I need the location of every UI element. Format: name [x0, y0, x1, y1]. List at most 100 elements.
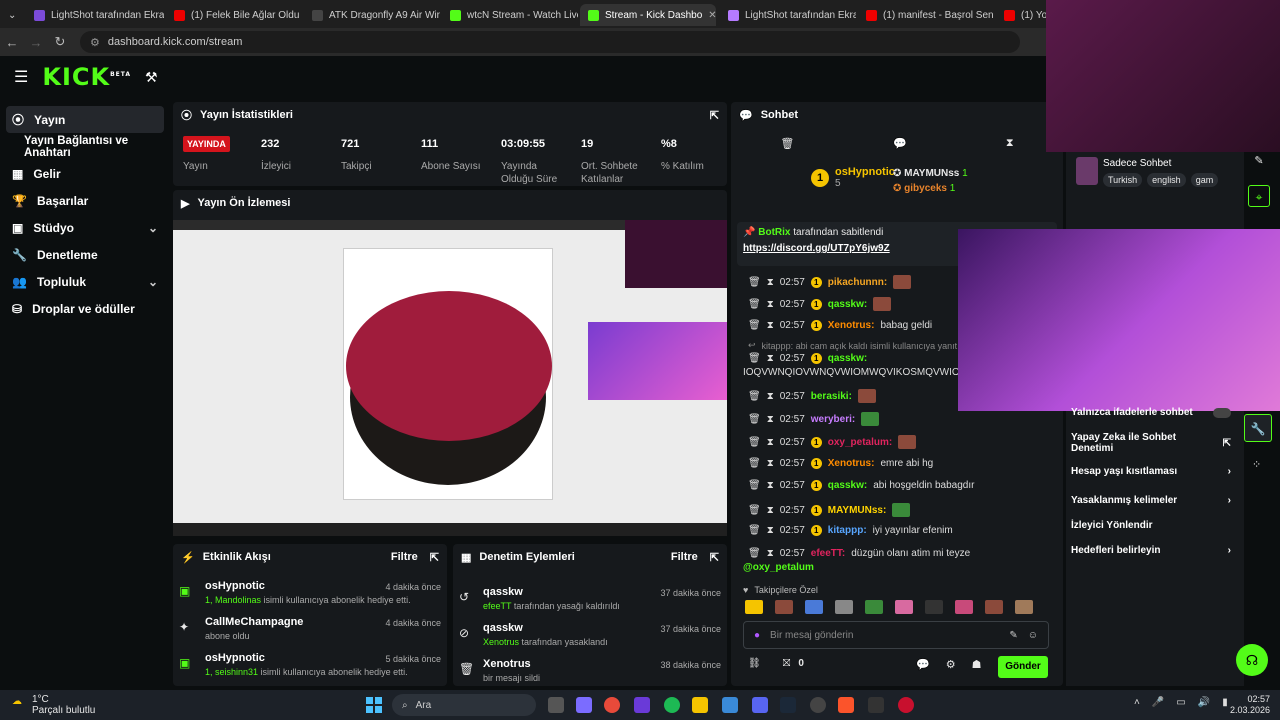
hourglass-icon[interactable]: ⧗ — [767, 353, 774, 364]
sidebar-item-studyo[interactable]: ▣ Stüdyo ⌄ — [0, 214, 170, 241]
message-user[interactable]: qasskw: — [828, 299, 867, 310]
browser-tab[interactable]: LightShot tarafından Ekra✕ — [720, 4, 856, 26]
back-icon[interactable]: ← — [0, 35, 24, 50]
emote-icon[interactable] — [955, 600, 973, 614]
trash-icon[interactable]: 🗑 — [748, 320, 761, 331]
battery-icon[interactable]: ▮ — [1222, 697, 1228, 708]
url-field[interactable]: ⚙ dashboard.kick.com/stream — [80, 31, 1020, 53]
browser-tab[interactable]: wtcN Stream - Watch Live✕ — [442, 4, 578, 26]
support-icon[interactable]: ☊ — [1236, 644, 1268, 676]
bot-icon[interactable]: ☗ — [972, 658, 982, 671]
hammer-icon[interactable]: ⚒ — [145, 69, 158, 86]
setting-banned-words[interactable]: Yasaklanmış kelimeler › — [1071, 495, 1231, 506]
emote-icon[interactable] — [1015, 600, 1033, 614]
toggle-switch[interactable] — [1213, 407, 1231, 418]
volume-icon[interactable]: 🔊 — [1198, 697, 1210, 708]
trash-icon[interactable]: 🗑 — [748, 414, 761, 425]
message-user[interactable]: efeeTT: — [811, 548, 845, 559]
site-info-icon[interactable]: ⚙ — [90, 36, 100, 49]
popout-icon[interactable]: ⇱ — [710, 551, 719, 564]
trash-icon[interactable]: 🗑 — [748, 548, 761, 559]
task-view-icon[interactable] — [548, 697, 564, 713]
message-user[interactable]: MAYMUNss: — [828, 505, 887, 516]
hourglass-icon[interactable]: ⧗ — [767, 414, 774, 425]
emote-icon[interactable] — [745, 600, 763, 614]
browser-tab[interactable]: (1) manifest - Başrol Sen✕ — [858, 4, 994, 26]
apps-icon[interactable]: ⁘ — [1252, 458, 1261, 471]
stream-preview-video[interactable] — [173, 220, 727, 536]
windows-start-icon[interactable] — [366, 697, 382, 713]
leader-name[interactable]: gibyceks — [904, 183, 947, 194]
hourglass-icon[interactable]: ⧗ — [767, 391, 774, 402]
hourglass-icon[interactable]: ⧗ — [767, 320, 774, 331]
pinned-by[interactable]: BotRix — [758, 227, 790, 238]
browser-tab-active[interactable]: Stream - Kick Dashbo ✕ — [580, 4, 716, 26]
reload-icon[interactable]: ↻ — [48, 34, 72, 50]
chat-bubble-icon[interactable]: 💬 — [893, 137, 907, 150]
message-user[interactable]: berasiki: — [811, 391, 852, 402]
mic-icon[interactable]: 🎤 — [1152, 697, 1164, 708]
emote-icon[interactable] — [895, 600, 913, 614]
browser-tab[interactable]: (1) YouT — [996, 4, 1046, 26]
activity-target[interactable]: 1, Mandolinas — [205, 595, 261, 605]
popout-icon[interactable]: ⇱ — [710, 109, 719, 122]
opera-icon[interactable] — [898, 697, 914, 713]
taskbar-search[interactable]: ⌕ Ara — [392, 694, 536, 716]
setting-ai-moderation[interactable]: Yapay Zeka ile Sohbet Denetimi ⇱ — [1071, 432, 1231, 454]
emote-icon[interactable] — [835, 600, 853, 614]
focus-icon[interactable]: ⌖ — [1248, 185, 1270, 207]
hourglass-icon[interactable]: ⧗ — [767, 299, 774, 310]
trash-icon[interactable]: 🗑 — [748, 391, 761, 402]
sidebar-item-gelir[interactable]: ▦ Gelir — [0, 160, 170, 187]
mod-actor[interactable]: efeeTT — [483, 601, 511, 611]
tab-list-button[interactable]: ⌄ — [0, 4, 24, 26]
translate-icon[interactable]: ✎ — [1009, 630, 1017, 641]
sidebar-item-basarilar[interactable]: 🏆 Başarılar — [0, 187, 170, 214]
kick-logo[interactable]: KICKBETA — [42, 63, 131, 91]
setting-raid[interactable]: İzleyici Yönlendir — [1071, 520, 1231, 531]
trash-icon[interactable]: 🗑 — [748, 353, 761, 364]
emote-icon[interactable] — [805, 600, 823, 614]
emote-icon[interactable] — [775, 600, 793, 614]
trash-icon[interactable]: 🗑 — [780, 137, 794, 150]
mod-actor[interactable]: Xenotrus — [483, 637, 519, 647]
close-icon[interactable]: ✕ — [708, 10, 716, 21]
chevron-up-icon[interactable]: ˄ — [1134, 697, 1140, 708]
gear-icon[interactable]: ⚙ — [946, 658, 956, 671]
terminal-icon[interactable] — [868, 697, 884, 713]
brave-icon[interactable] — [838, 697, 854, 713]
setting-account-age[interactable]: Hesap yaşı kısıtlaması › — [1071, 466, 1231, 477]
browser-tab[interactable]: LightShot tarafından Ekra✕ — [26, 4, 164, 26]
obs-icon[interactable] — [810, 697, 826, 713]
hourglass-icon[interactable]: ⧗ — [767, 480, 774, 491]
weather-widget[interactable]: ☁ 1°C Parçalı bulutlu — [12, 694, 95, 716]
clock[interactable]: 02:57 2.03.2026 — [1228, 694, 1270, 716]
sidebar-item-yayin[interactable]: ⦿ Yayın — [6, 106, 164, 133]
browser-tab[interactable]: (1) Felek Bile Ağlar Oldu✕ — [166, 4, 302, 26]
menu-icon[interactable]: ☰ — [14, 67, 28, 87]
twitch-icon[interactable] — [634, 697, 650, 713]
emote-icon[interactable] — [985, 600, 1003, 614]
emote-icon[interactable] — [865, 600, 883, 614]
trash-icon[interactable]: 🗑 — [748, 525, 761, 536]
hourglass-icon[interactable]: ⧗ — [767, 505, 774, 516]
emote-icon[interactable] — [925, 600, 943, 614]
setting-emote-only[interactable]: Yalnızca ifadelerle sohbet — [1071, 407, 1231, 418]
filter-button[interactable]: Filtre — [391, 551, 418, 563]
mention-text[interactable]: @oxy_petalum — [743, 562, 814, 573]
message-user[interactable]: weryberi: — [811, 414, 855, 425]
tag-chip[interactable]: english — [1147, 173, 1186, 187]
trash-icon[interactable]: 🗑 — [748, 505, 761, 516]
network-icon[interactable]: ▭ — [1176, 697, 1185, 708]
wrench-icon[interactable]: 🔧 — [1244, 414, 1272, 442]
pencil-icon[interactable]: ✎ — [1254, 154, 1263, 167]
trash-icon[interactable]: 🗑 — [748, 480, 761, 491]
chat-bubble-icon[interactable]: 💬 — [916, 658, 930, 671]
tag-chip[interactable]: gam — [1190, 173, 1219, 187]
trash-icon[interactable]: 🗑 — [748, 299, 761, 310]
folder-icon[interactable] — [692, 697, 708, 713]
message-user[interactable]: qasskw: — [828, 353, 867, 364]
hourglass-icon[interactable]: ⧗ — [767, 437, 774, 448]
link-icon[interactable]: ⛓ — [748, 658, 761, 669]
sidebar-item-droplar[interactable]: ⛁ Droplar ve ödüller — [0, 295, 170, 322]
